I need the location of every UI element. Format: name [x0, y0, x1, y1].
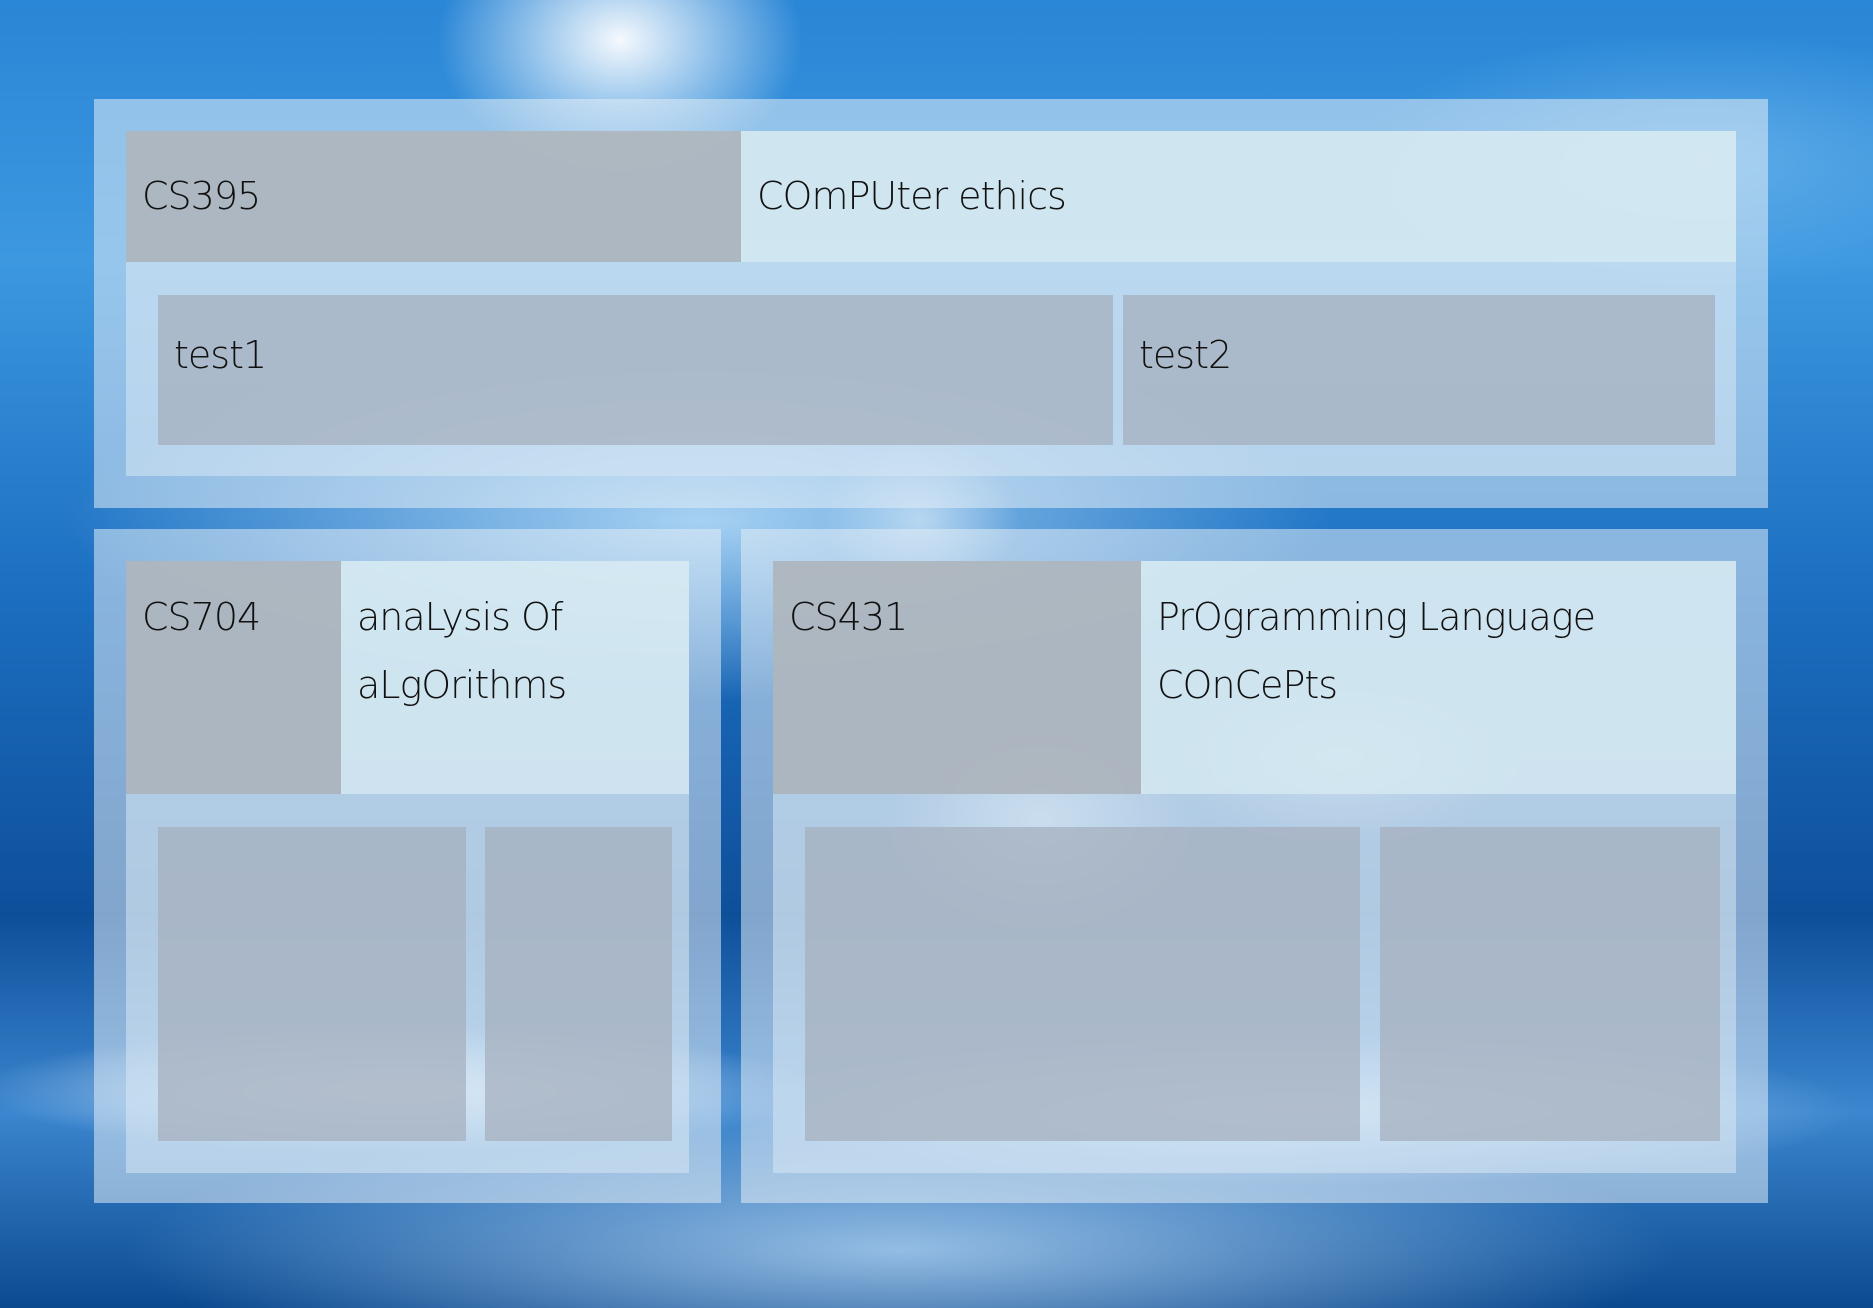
- assignment-box[interactable]: [1380, 827, 1720, 1141]
- course-name: COmPUter ethics: [741, 131, 1736, 262]
- course-name: anaLysis Of aLgOrithms: [341, 561, 689, 794]
- course-code: CS395: [126, 131, 741, 262]
- assignment-box[interactable]: [805, 827, 1360, 1141]
- course-code: CS431: [773, 561, 1141, 794]
- assignment-box[interactable]: [158, 827, 466, 1141]
- assignment-box[interactable]: [485, 827, 672, 1141]
- course-code: CS704: [126, 561, 341, 794]
- course-name: PrOgramming Language COnCePts: [1141, 561, 1736, 794]
- assignment-box[interactable]: test2: [1123, 295, 1715, 445]
- assignment-box[interactable]: test1: [158, 295, 1113, 445]
